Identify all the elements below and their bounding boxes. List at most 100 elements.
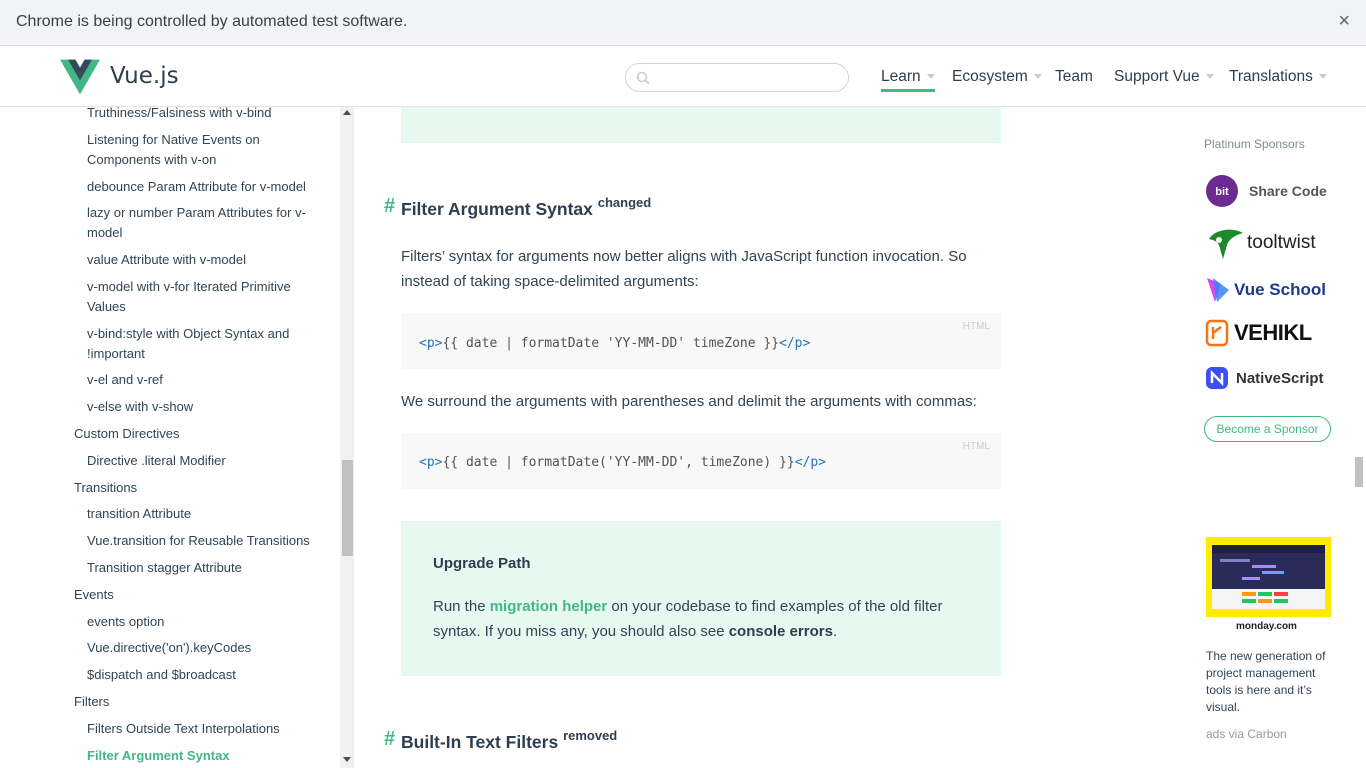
sidebar-item[interactable]: Vue.directive('on').keyCodes [87, 638, 317, 658]
bit-icon: bit [1206, 175, 1238, 207]
code-tag: </p> [779, 336, 811, 351]
section-badge: removed [563, 728, 618, 743]
upgrade-text: Run the migration helper on your codebas… [433, 594, 978, 644]
sidebar-item[interactable]: value Attribute with v-model [87, 250, 317, 270]
site-header: Vue.js Learn Ecosystem Team Support Vue … [0, 47, 1366, 107]
nav-learn[interactable]: Learn [881, 68, 935, 92]
nav-learn-label: Learn [881, 68, 921, 85]
sidebar-item[interactable]: v-model with v-for Iterated Primitive Va… [87, 277, 317, 317]
ad-preview-graphic [1212, 545, 1325, 609]
ad-text[interactable]: The new generation of project management… [1206, 648, 1331, 716]
code-tag: <p> [419, 336, 443, 351]
chevron-down-icon [926, 74, 935, 80]
search-box[interactable] [625, 63, 849, 92]
nav-team-label: Team [1055, 68, 1093, 85]
anchor-link[interactable]: # [384, 728, 395, 751]
infobar-message: Chrome is being controlled by automated … [16, 13, 408, 30]
code-lang-label: HTML [962, 441, 990, 452]
paragraph: We surround the arguments with parenthes… [401, 393, 977, 410]
search-icon [636, 71, 650, 85]
sidebar-item[interactable]: lazy or number Param Attributes for v-mo… [87, 203, 317, 243]
vueschool-icon [1207, 278, 1229, 302]
ad-image[interactable] [1206, 537, 1331, 617]
nav-ecosystem[interactable]: Ecosystem [952, 68, 1042, 86]
sidebar-item[interactable]: Directive .literal Modifier [87, 451, 317, 471]
anchor-link[interactable]: # [384, 195, 395, 218]
sponsor-nativescript[interactable]: NativeScript [1205, 359, 1324, 397]
sponsor-name: VEHIKL [1234, 320, 1312, 345]
sidebar-item[interactable]: Transition stagger Attribute [87, 558, 317, 578]
upgrade-bold: console errors [728, 623, 833, 640]
become-sponsor-button[interactable]: Become a Sponsor [1204, 416, 1331, 442]
upgrade-path-box: Upgrade Path Run the migration helper on… [401, 521, 1001, 676]
sponsor-name: NativeScript [1236, 369, 1324, 387]
nav-support-vue[interactable]: Support Vue [1114, 68, 1214, 86]
sidebar-section[interactable]: Events [74, 585, 114, 605]
sidebar-section[interactable]: Filters [74, 692, 109, 712]
ads-via-carbon-link[interactable]: ads via Carbon [1206, 727, 1287, 741]
chevron-down-icon [1205, 74, 1214, 80]
code-body: {{ date | formatDate('YY-MM-DD', timeZon… [442, 455, 795, 470]
sidebar-section[interactable]: Custom Directives [74, 424, 179, 444]
upgrade-title: Upgrade Path [433, 555, 531, 572]
svg-text:bit: bit [1215, 186, 1229, 198]
chevron-down-icon [1033, 74, 1042, 80]
code-body: {{ date | formatDate 'YY-MM-DD' timeZone… [442, 336, 780, 351]
sponsor-name: Share Code [1249, 183, 1327, 199]
nativescript-icon [1206, 367, 1228, 389]
sponsor-bit[interactable]: bit Share Code [1205, 172, 1327, 210]
code-block: HTML <p>{{ date | formatDate 'YY-MM-DD' … [401, 313, 1001, 369]
sidebar-item[interactable]: Listening for Native Events on Component… [87, 130, 317, 170]
scroll-down-icon[interactable] [343, 757, 351, 762]
sidebar-item[interactable]: v-el and v-ref [87, 370, 317, 390]
ad-brand-logo: monday.com [1236, 621, 1297, 632]
sponsor-tooltwist[interactable]: tooltwist [1205, 224, 1316, 262]
sidebar-section[interactable]: Transitions [74, 478, 137, 498]
ad-screenshot [1212, 545, 1325, 609]
paragraph: Filters’ syntax for arguments now better… [401, 248, 967, 290]
section-heading: Built-In Text Filters removed [401, 728, 617, 753]
nav-support-label: Support Vue [1114, 68, 1200, 85]
section-badge: changed [597, 195, 652, 210]
code-lang-label: HTML [962, 321, 990, 332]
brand-name[interactable]: Vue.js [110, 63, 179, 89]
migration-helper-link[interactable]: migration helper [490, 598, 608, 615]
code-line: <p>{{ date | formatDate 'YY-MM-DD' timeZ… [419, 336, 810, 351]
sidebar-item[interactable]: Vue.transition for Reusable Transitions [87, 531, 317, 551]
nav-translations[interactable]: Translations [1229, 68, 1327, 86]
section-title: Filter Argument Syntax [401, 199, 593, 219]
sidebar-item[interactable]: Truthiness/Falsiness with v-bind [87, 107, 317, 123]
sidebar-item[interactable]: v-else with v-show [87, 397, 317, 417]
sponsor-vehikl[interactable]: VEHIKL [1205, 314, 1312, 352]
vehikl-icon [1205, 319, 1229, 347]
upgrade-text-after: . [832, 623, 838, 640]
section-heading: Filter Argument Syntax changed [401, 195, 651, 220]
sidebar-item[interactable]: v-bind:style with Object Syntax and !imp… [87, 324, 317, 364]
sidebar-item[interactable]: $dispatch and $broadcast [87, 665, 317, 685]
code-line: <p>{{ date | formatDate('YY-MM-DD', time… [419, 455, 826, 470]
nav-translations-label: Translations [1229, 68, 1313, 85]
tooltwist-icon [1209, 229, 1243, 259]
sponsor-name: tooltwist [1247, 232, 1316, 253]
sidebar: Truthiness/Falsiness with v-bind Listeni… [0, 107, 340, 768]
sidebar-item[interactable]: debounce Param Attribute for v-model [87, 177, 317, 197]
sidebar-item[interactable]: Filters Outside Text Interpolations [87, 719, 317, 739]
sponsors-title: Platinum Sponsors [1204, 137, 1305, 151]
sidebar-scrollbar[interactable] [340, 107, 354, 768]
nav-ecosystem-label: Ecosystem [952, 68, 1028, 85]
search-input[interactable] [656, 68, 841, 88]
chevron-down-icon [1318, 74, 1327, 80]
vue-logo-icon[interactable] [60, 59, 100, 95]
nav-team[interactable]: Team [1055, 68, 1093, 86]
sidebar-item-active[interactable]: Filter Argument Syntax [87, 746, 317, 766]
sidebar-item[interactable]: transition Attribute [87, 504, 317, 524]
page-scroll-thumb[interactable] [1355, 457, 1363, 487]
code-block: HTML <p>{{ date | formatDate('YY-MM-DD',… [401, 433, 1001, 489]
sidebar-scroll-thumb[interactable] [342, 460, 353, 556]
sponsor-vueschool[interactable]: Vue School [1205, 271, 1326, 309]
close-icon[interactable]: × [1338, 11, 1350, 31]
upgrade-text-before: Run the [433, 598, 490, 615]
scroll-up-icon[interactable] [343, 110, 351, 115]
sidebar-item[interactable]: events option [87, 612, 317, 632]
code-tag: </p> [794, 455, 826, 470]
